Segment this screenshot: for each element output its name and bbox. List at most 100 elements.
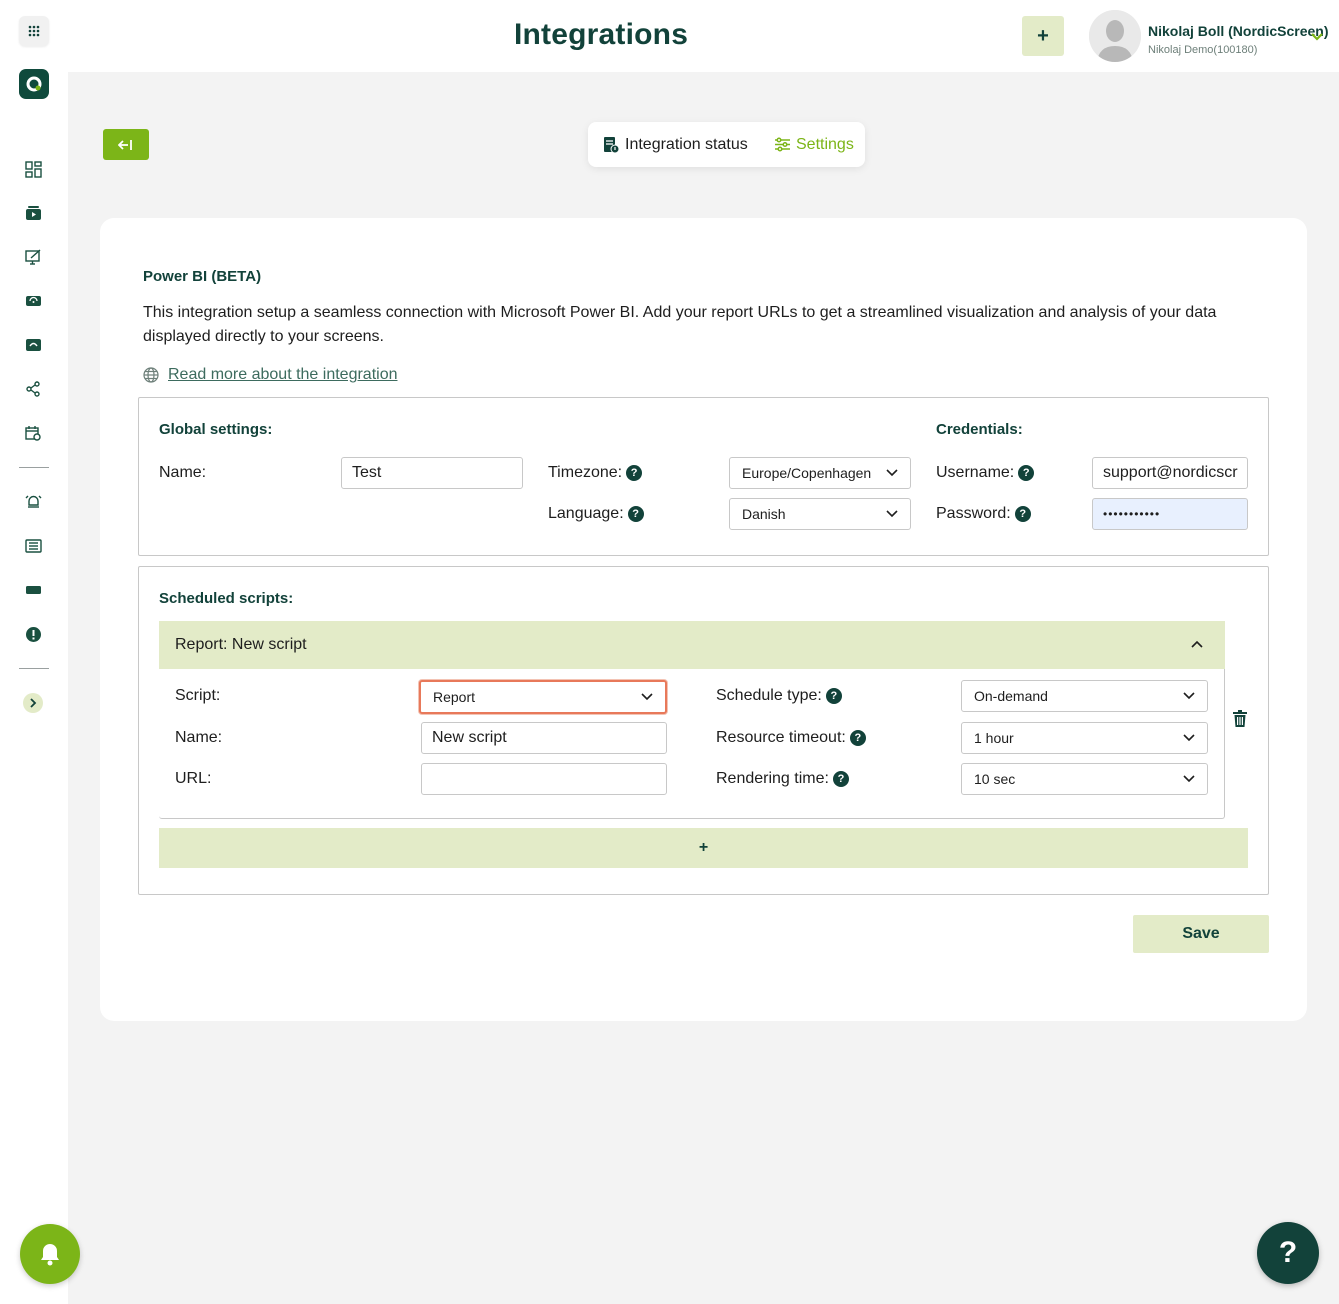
ticker-icon[interactable] xyxy=(24,581,42,599)
share-icon[interactable] xyxy=(24,380,42,398)
timezone-value: Europe/Copenhagen xyxy=(742,465,872,481)
top-header: Integrations + Nikolaj Boll (NordicScree… xyxy=(68,0,1339,72)
global-name-input[interactable]: Test xyxy=(341,457,523,489)
script-accordion-header[interactable]: Report: New script xyxy=(159,621,1225,669)
language-select[interactable]: Danish xyxy=(729,498,911,530)
help-icon[interactable]: ? xyxy=(627,506,644,522)
url-label-text: URL: xyxy=(175,770,212,787)
resource-timeout-label: Resource timeout:? xyxy=(716,729,866,747)
help-button[interactable]: ? xyxy=(1257,1222,1319,1284)
add-button[interactable]: + xyxy=(1022,16,1064,56)
language-value: Danish xyxy=(742,506,786,522)
tab-settings-label: Settings xyxy=(796,135,854,153)
help-icon[interactable]: ? xyxy=(1018,465,1035,481)
help-icon[interactable]: ? xyxy=(1014,506,1031,522)
status-document-icon xyxy=(604,136,620,153)
chevron-down-icon xyxy=(1183,775,1195,783)
script-value: Report xyxy=(433,689,476,705)
calendar-icon[interactable] xyxy=(24,424,42,442)
save-button[interactable]: Save xyxy=(1133,915,1269,953)
rendering-time-value: 10 sec xyxy=(974,771,1016,787)
script-label: Script: xyxy=(175,687,220,705)
avatar[interactable] xyxy=(1089,10,1141,62)
resource-timeout-select[interactable]: 1 hour xyxy=(961,722,1208,754)
apps-grid-icon[interactable] xyxy=(19,16,49,46)
schedule-type-select[interactable]: On-demand xyxy=(961,680,1208,712)
playlist-icon[interactable] xyxy=(24,336,42,354)
integration-description: This integration setup a seamless connec… xyxy=(143,304,1217,345)
script-name-label-text: Name: xyxy=(175,729,223,746)
script-type-label: Report: xyxy=(175,636,228,653)
back-button[interactable] xyxy=(103,129,149,160)
sidebar-divider xyxy=(19,467,49,468)
timezone-label: Timezone:? xyxy=(548,464,643,482)
read-more-link[interactable]: Read more about the integration xyxy=(143,366,397,384)
help-icon[interactable]: ? xyxy=(849,730,866,746)
logo-icon[interactable] xyxy=(19,69,49,99)
alarm-icon[interactable] xyxy=(24,492,42,510)
resource-timeout-value: 1 hour xyxy=(974,730,1014,746)
tab-bar: Integration status Settings xyxy=(588,122,865,167)
global-settings-box: Global settings: Credentials: Name: Test… xyxy=(138,397,1269,556)
script-select[interactable]: Report xyxy=(419,680,667,714)
chevron-down-icon xyxy=(886,469,898,477)
chevron-up-icon[interactable] xyxy=(1191,640,1203,648)
notifications-bell-icon[interactable] xyxy=(20,1224,80,1284)
chevron-down-icon[interactable] xyxy=(1311,28,1323,46)
read-more-text[interactable]: Read more about the integration xyxy=(168,366,397,384)
global-settings-title: Global settings: xyxy=(159,421,273,438)
help-icon[interactable]: ? xyxy=(832,771,849,787)
rendering-time-label: Rendering time:? xyxy=(716,770,849,788)
credentials-title: Credentials: xyxy=(936,421,1023,438)
sidebar xyxy=(0,0,80,1304)
timezone-label-text: Timezone: xyxy=(548,464,623,481)
schedule-type-label: Schedule type:? xyxy=(716,687,842,705)
url-input[interactable] xyxy=(421,763,667,795)
user-name[interactable]: Nikolaj Boll (NordicScreen) xyxy=(1148,23,1328,39)
timezone-select[interactable]: Europe/Copenhagen xyxy=(729,457,911,489)
media-icon[interactable] xyxy=(24,204,42,222)
tab-integration-status[interactable]: Integration status xyxy=(602,122,748,167)
global-name-label-text: Name: xyxy=(159,464,207,481)
chevron-down-icon xyxy=(886,510,898,518)
dashboard-icon[interactable] xyxy=(24,160,42,178)
add-script-button[interactable]: + xyxy=(159,828,1248,868)
back-arrow-icon xyxy=(118,139,132,150)
scheduled-scripts-box: Scheduled scripts: Report: New script Sc… xyxy=(138,566,1269,895)
username-label: Username:? xyxy=(936,464,1035,482)
sidebar-divider xyxy=(19,668,49,669)
edit-screen-icon[interactable] xyxy=(24,248,42,266)
globe-icon xyxy=(143,367,159,383)
password-label-text: Password: xyxy=(936,505,1011,522)
help-icon[interactable]: ? xyxy=(825,688,842,704)
language-label-text: Language: xyxy=(548,505,624,522)
script-label-text: Script: xyxy=(175,687,221,704)
rendering-time-select[interactable]: 10 sec xyxy=(961,763,1208,795)
script-header-name: New script xyxy=(231,636,307,653)
language-label: Language:? xyxy=(548,505,644,523)
chevron-down-icon xyxy=(1183,692,1195,700)
chevron-down-icon xyxy=(641,693,653,701)
news-icon[interactable] xyxy=(24,537,42,555)
user-organization: Nikolaj Demo(100180) xyxy=(1148,44,1258,56)
sliders-icon xyxy=(775,137,790,152)
tab-integration-status-label: Integration status xyxy=(625,135,748,153)
script-name-label: Name: xyxy=(175,729,222,747)
help-icon[interactable]: ? xyxy=(626,465,643,481)
username-input[interactable]: support@nordicscr xyxy=(1092,457,1248,489)
trash-icon[interactable] xyxy=(1233,710,1247,732)
resource-timeout-label-text: Resource timeout: xyxy=(716,729,846,746)
password-label: Password:? xyxy=(936,505,1031,523)
expand-sidebar-icon[interactable] xyxy=(23,693,43,713)
tab-settings[interactable]: Settings xyxy=(774,122,854,167)
screens-icon[interactable] xyxy=(24,292,42,310)
page-title: Integrations xyxy=(514,18,689,51)
password-input[interactable]: ••••••••••• xyxy=(1092,498,1248,530)
url-label: URL: xyxy=(175,770,211,788)
alert-icon[interactable] xyxy=(24,625,42,643)
integration-title: Power BI (BETA) xyxy=(143,268,262,285)
script-name-input[interactable]: New script xyxy=(421,722,667,754)
username-label-text: Username: xyxy=(936,464,1015,481)
schedule-type-label-text: Schedule type: xyxy=(716,687,822,704)
global-name-label: Name: xyxy=(159,464,206,482)
